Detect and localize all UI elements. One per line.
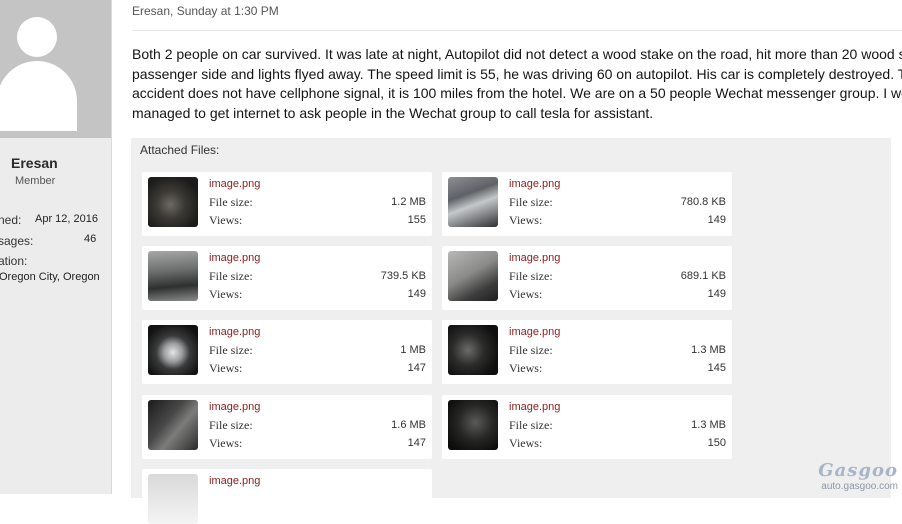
file-size-value: 689.1 KB: [680, 270, 726, 282]
attachment-thumbnail[interactable]: [148, 400, 198, 450]
views-value: 150: [707, 437, 726, 449]
attachment-card[interactable]: image.png File size: 780.8 KB Views: 149: [442, 172, 732, 236]
attachment-card[interactable]: image.png: [142, 469, 432, 524]
file-size-label: File size:: [509, 343, 553, 357]
file-size-label: File size:: [209, 269, 253, 283]
location-value[interactable]: Oregon City, Oregon: [0, 271, 100, 283]
post-body: Both 2 people on car survived. It was la…: [132, 45, 902, 123]
file-size-value: 1.3 MB: [691, 344, 726, 356]
views-value: 149: [707, 288, 726, 300]
attachment-card[interactable]: image.png File size: 1.3 MB Views: 150: [442, 395, 732, 459]
attachment-filename[interactable]: image.png: [509, 178, 560, 190]
views-value: 147: [407, 437, 426, 449]
views-label: Views:: [509, 213, 543, 227]
file-size-label: File size:: [509, 418, 553, 432]
attachment-card[interactable]: image.png File size: 1.6 MB Views: 147: [142, 395, 432, 459]
joined-value: Apr 12, 2016: [35, 213, 98, 225]
attachment-card[interactable]: image.png File size: 1.2 MB Views: 155: [142, 172, 432, 236]
watermark-url: auto.gasgoo.com: [821, 481, 898, 492]
watermark: Gasgoo auto.gasgoo.com: [818, 460, 898, 492]
attachment-filename[interactable]: image.png: [209, 475, 260, 487]
file-size-value: 780.8 KB: [680, 196, 726, 208]
attachment-filename[interactable]: image.png: [509, 326, 560, 338]
views-value: 149: [707, 214, 726, 226]
watermark-logo: Gasgoo: [818, 460, 898, 481]
views-label: Views:: [509, 436, 543, 450]
attachment-thumbnail[interactable]: [148, 325, 198, 375]
messages-value[interactable]: 46: [84, 233, 96, 245]
avatar-head-shape: [17, 17, 57, 57]
author-name[interactable]: Eresan: [11, 155, 58, 171]
file-size-label: File size:: [209, 343, 253, 357]
attachment-thumbnail[interactable]: [148, 177, 198, 227]
views-label: Views:: [509, 287, 543, 301]
avatar[interactable]: [0, 0, 111, 138]
post-line: accident does not have cellphone signal,…: [132, 85, 902, 101]
attachment-card[interactable]: image.png File size: 1.3 MB Views: 145: [442, 320, 732, 384]
attachment-thumbnail[interactable]: [148, 251, 198, 301]
attachment-thumbnail[interactable]: [448, 177, 498, 227]
file-size-value: 739.5 KB: [380, 270, 426, 282]
attachment-filename[interactable]: image.png: [509, 401, 560, 413]
attachment-card[interactable]: image.png File size: 1 MB Views: 147: [142, 320, 432, 384]
attachment-filename[interactable]: image.png: [209, 252, 260, 264]
avatar-body-shape: [0, 61, 77, 131]
post-line: Both 2 people on car survived. It was la…: [132, 46, 902, 62]
file-size-value: 1.6 MB: [391, 419, 426, 431]
attached-files-header: Attached Files:: [140, 143, 220, 157]
views-label: Views:: [209, 361, 243, 375]
views-label: Views:: [209, 287, 243, 301]
location-label: ation:: [0, 254, 28, 268]
attachment-card[interactable]: image.png File size: 739.5 KB Views: 149: [142, 246, 432, 310]
file-size-value: 1.3 MB: [691, 419, 726, 431]
views-label: Views:: [209, 436, 243, 450]
attachment-thumbnail[interactable]: [148, 474, 198, 524]
file-size-value: 1.2 MB: [391, 196, 426, 208]
views-value: 149: [407, 288, 426, 300]
views-value: 147: [407, 362, 426, 374]
messages-label: sages:: [0, 234, 34, 248]
post-meta[interactable]: Eresan, Sunday at 1:30 PM: [132, 4, 279, 18]
file-size-value: 1 MB: [400, 344, 426, 356]
file-size-label: File size:: [509, 269, 553, 283]
author-sidebar: Eresan Member ned: Apr 12, 2016 sages: 4…: [0, 0, 112, 494]
views-value: 155: [407, 214, 426, 226]
joined-label: ned:: [0, 213, 22, 227]
post-line: passenger side and lights flyed away. Th…: [132, 65, 902, 82]
attachment-filename[interactable]: image.png: [509, 252, 560, 264]
attachment-card[interactable]: image.png File size: 689.1 KB Views: 149: [442, 246, 732, 310]
views-label: Views:: [509, 361, 543, 375]
post-line: managed to get internet to ask people in…: [132, 104, 654, 121]
attachment-filename[interactable]: image.png: [209, 401, 260, 413]
author-title: Member: [15, 175, 56, 187]
attachment-filename[interactable]: image.png: [209, 178, 260, 190]
attachment-filename[interactable]: image.png: [209, 326, 260, 338]
attachment-thumbnail[interactable]: [448, 325, 498, 375]
file-size-label: File size:: [209, 418, 253, 432]
attachment-thumbnail[interactable]: [448, 251, 498, 301]
file-size-label: File size:: [209, 195, 253, 209]
views-label: Views:: [209, 213, 243, 227]
file-size-label: File size:: [509, 195, 553, 209]
divider: [132, 30, 902, 31]
attachment-thumbnail[interactable]: [448, 400, 498, 450]
views-value: 145: [707, 362, 726, 374]
